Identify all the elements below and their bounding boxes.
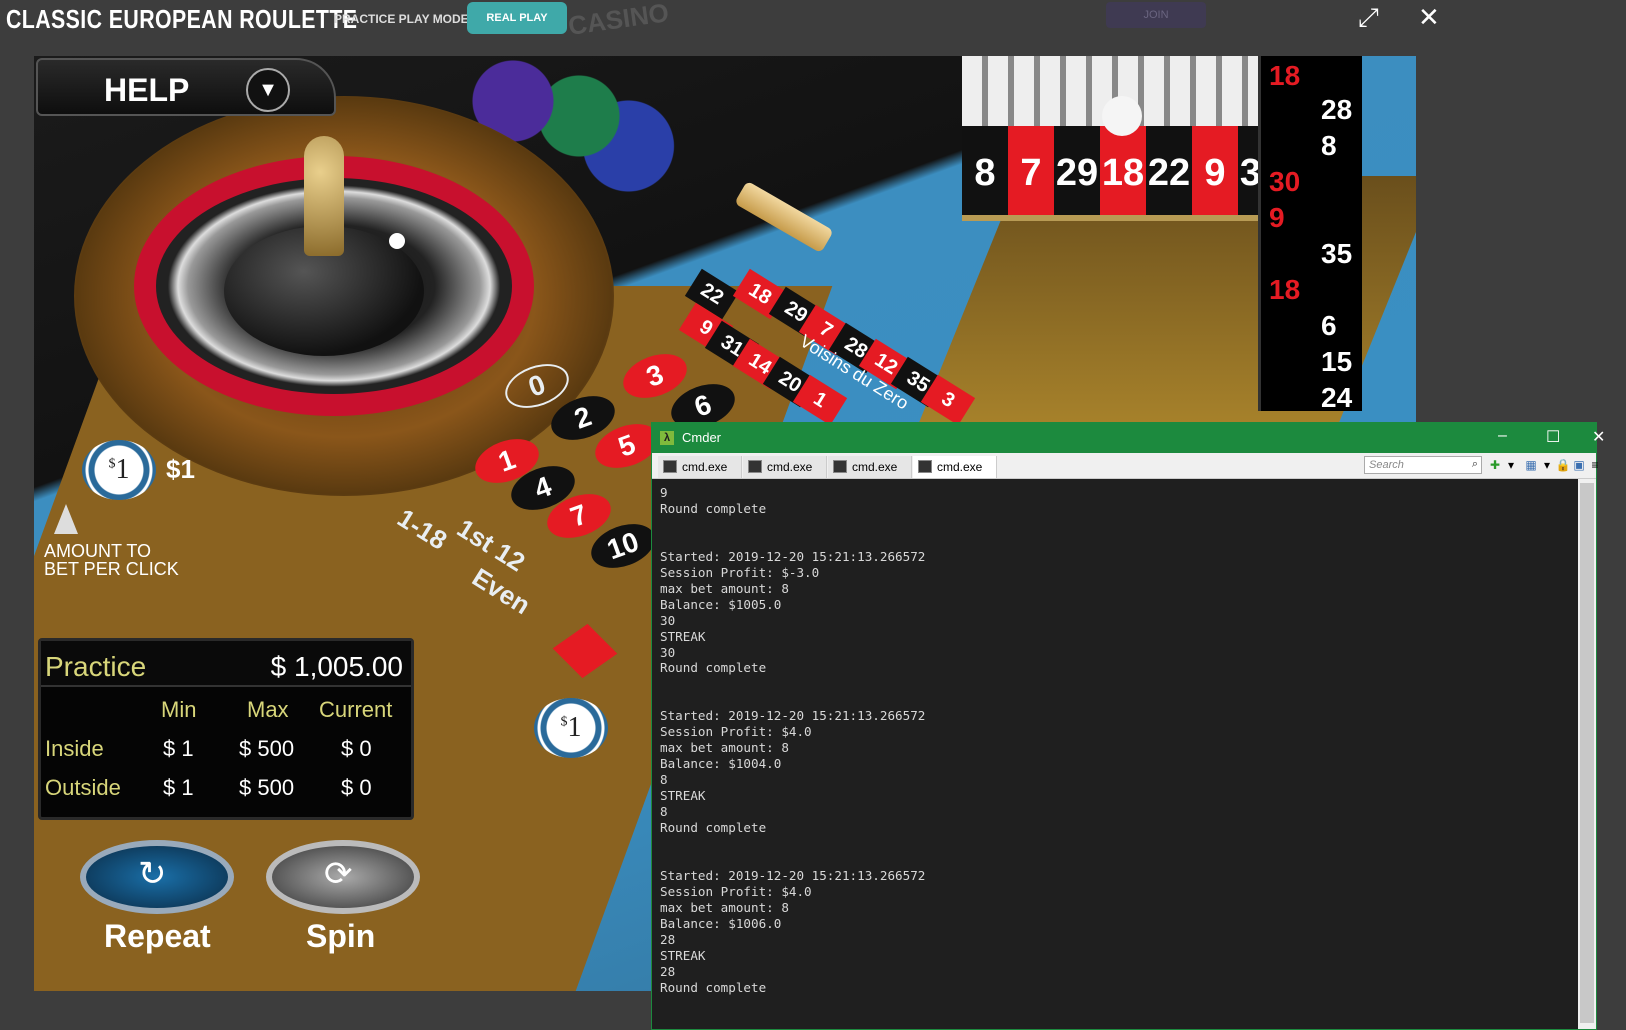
history-result: 15 (1321, 346, 1353, 377)
closeup-number: 18 (1100, 126, 1146, 215)
lock-icon[interactable]: 🔒 (1556, 458, 1571, 472)
history-result: 35 (1321, 238, 1353, 269)
inside-max: $ 500 (239, 736, 295, 761)
chevron-down-icon[interactable]: ▼ (246, 68, 290, 112)
chip-amount-label: $1 (166, 454, 195, 484)
minimize-icon[interactable]: – (1498, 427, 1507, 445)
practice-mode-label: PRACTICE PLAY MODE (334, 12, 469, 26)
history-result: 8 (1321, 130, 1337, 161)
amount-description: AMOUNT TO BET PER CLICK (44, 541, 179, 579)
closeup-number-band: 8 7 29 18 22 9 31 (962, 126, 1284, 215)
closeup-number: 7 (1008, 126, 1054, 215)
tab-cmd-1[interactable]: cmd.exe (658, 456, 742, 478)
closeup-number: 29 (1054, 126, 1100, 215)
top-bar: CLASSIC EUROPEAN ROULETTE PRACTICE PLAY … (0, 0, 1450, 41)
results-history: 18 28 8 30 9 35 18 6 15 24 (1258, 56, 1362, 413)
cmder-title: Cmder (682, 430, 722, 445)
history-result: 6 (1321, 310, 1337, 341)
history-result: 9 (1269, 202, 1285, 233)
repeat-icon: ↻ (138, 855, 167, 893)
closeup-number: 9 (1192, 126, 1238, 215)
search-icon[interactable]: ⌕ (1472, 458, 1478, 471)
app-window: CLASSIC EUROPEAN ROULETTE PRACTICE PLAY … (0, 0, 1626, 1030)
history-result: 18 (1269, 60, 1301, 91)
chip-selector[interactable]: $1 (82, 440, 156, 500)
tab-cmd-2[interactable]: cmd.exe (743, 456, 827, 478)
cmder-window: λ Cmder – ☐ ✕ cmd.exe cmd.exe cmd.exe cm… (651, 422, 1605, 1030)
search-placeholder: Search (1369, 459, 1404, 471)
repeat-label: Repeat (104, 918, 211, 954)
console-output[interactable]: 9 Round complete Started: 2019-12-20 15:… (660, 485, 1560, 1025)
search-input[interactable]: Search ⌕ (1364, 456, 1482, 474)
row-inside-label: Inside (45, 736, 104, 761)
tab-label: cmd.exe (937, 460, 983, 474)
roulette-ball (389, 233, 405, 249)
placed-chip-value: $1 (560, 712, 582, 743)
col-current: Current (319, 697, 393, 722)
cmder-titlebar[interactable]: λ Cmder – ☐ ✕ (652, 423, 1605, 453)
tab-label: cmd.exe (682, 460, 728, 474)
col-max: Max (247, 697, 289, 722)
scrollbar-thumb[interactable] (1580, 483, 1594, 1023)
maximize-icon[interactable]: ☐ (1546, 427, 1560, 447)
terminal-icon (663, 460, 677, 473)
tab-label: cmd.exe (767, 460, 813, 474)
repeat-button[interactable]: ↻ (80, 840, 234, 914)
help-label: HELP (104, 72, 190, 108)
dropdown-icon[interactable]: ▾ (1540, 458, 1554, 472)
limits-panel: Practice $ 1,005.00 Min Max Current Insi… (38, 638, 414, 820)
mode-label: Practice (45, 651, 147, 682)
spin-button[interactable]: ⟳ (266, 840, 420, 914)
cmder-logo-icon: λ (660, 431, 674, 445)
help-button[interactable]: HELP ▼ (36, 58, 336, 116)
fullscreen-icon[interactable]: ⤢ (1358, 2, 1379, 34)
history-result: 30 (1269, 166, 1301, 197)
outside-min: $ 1 (163, 775, 194, 800)
spin-icon: ⟳ (324, 855, 353, 893)
history-result: 24 (1321, 382, 1353, 413)
close-window-icon[interactable]: ✕ (1592, 427, 1605, 447)
spin-label: Spin (306, 918, 376, 954)
terminal-icon (833, 460, 847, 473)
menu-icon[interactable]: ≡ (1588, 458, 1602, 472)
history-result: 18 (1269, 274, 1301, 305)
game-title: CLASSIC EUROPEAN ROULETTE (6, 4, 358, 34)
balance-header: Practice $ 1,005.00 (41, 641, 411, 687)
terminal-icon (918, 460, 932, 473)
row-outside-label: Outside (45, 775, 121, 800)
inside-min: $ 1 (163, 736, 194, 761)
outside-current: $ 0 (341, 775, 372, 800)
cmder-tab-bar: cmd.exe cmd.exe cmd.exe cmd.exe Search ⌕… (652, 453, 1599, 479)
new-tab-icon[interactable]: ✚ (1488, 458, 1502, 472)
panel-icon[interactable]: ▣ (1572, 458, 1586, 472)
closeup-number: 8 (962, 126, 1008, 215)
tab-cmd-3[interactable]: cmd.exe (828, 456, 912, 478)
real-play-button[interactable]: REAL PLAY (467, 2, 567, 34)
scrollbar[interactable] (1578, 479, 1596, 1029)
dropdown-icon[interactable]: ▾ (1504, 458, 1518, 472)
history-result: 28 (1321, 94, 1353, 125)
join-button[interactable]: JOIN (1106, 2, 1206, 28)
arrow-up-icon (54, 504, 78, 534)
inside-current: $ 0 (341, 736, 372, 761)
wheel-closeup: 8 7 29 18 22 9 31 (962, 56, 1284, 221)
wheel-turret (304, 136, 344, 256)
tab-cmd-4[interactable]: cmd.exe (913, 456, 997, 478)
chip-value: $1 (108, 454, 130, 485)
close-icon[interactable]: ✕ (1418, 2, 1440, 33)
tab-label: cmd.exe (852, 460, 898, 474)
layout-icon[interactable]: ▦ (1524, 458, 1538, 472)
closeup-ball (1102, 96, 1142, 136)
balance-value: $ 1,005.00 (270, 651, 403, 682)
terminal-icon (748, 460, 762, 473)
placed-chip[interactable]: $1 (534, 698, 608, 758)
col-min: Min (161, 697, 197, 722)
casino-watermark: CASINO (566, 0, 671, 41)
closeup-number: 22 (1146, 126, 1192, 215)
outside-max: $ 500 (239, 775, 295, 800)
